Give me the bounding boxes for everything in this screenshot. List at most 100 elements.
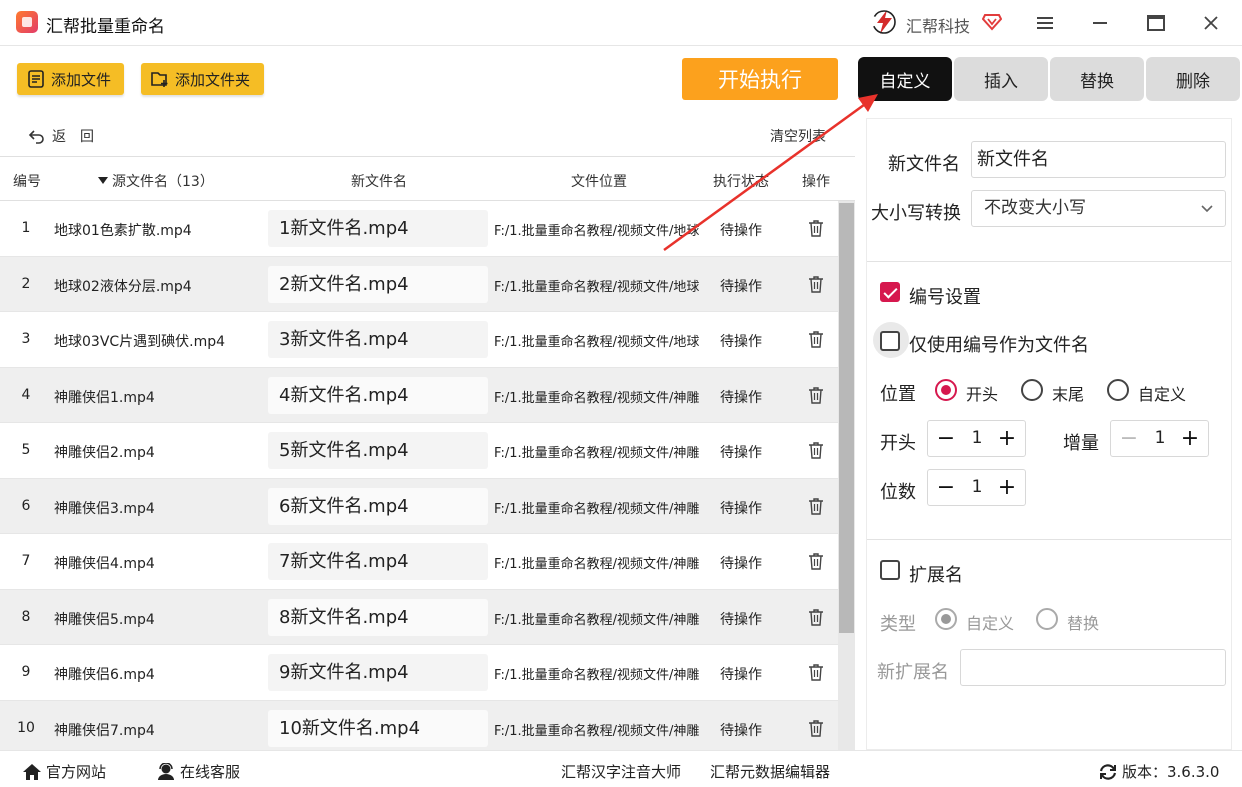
support-link[interactable]: 在线客服 — [156, 761, 240, 782]
title-bar: 汇帮批量重命名 汇帮科技 — [0, 0, 1242, 46]
digits-value[interactable]: 1 — [958, 477, 996, 497]
trash-icon[interactable] — [808, 552, 824, 570]
chevron-down-icon — [1201, 205, 1213, 213]
website-link[interactable]: 官方网站 — [22, 761, 106, 782]
trash-icon[interactable] — [808, 219, 824, 237]
row-new-name-input[interactable]: 1新文件名.mp4 — [268, 210, 488, 247]
support-label: 在线客服 — [180, 763, 241, 781]
start-stepper[interactable]: − 1 + — [927, 420, 1026, 457]
table-row[interactable]: 8 神雕侠侣5.mp4 8新文件名.mp4 F:/1.批量重命名教程/视频文件/神雕 待… — [0, 589, 838, 645]
version-info[interactable]: 版本：3.6.3.0 — [1098, 761, 1219, 782]
table-row[interactable]: 10 神雕侠侣7.mp4 10新文件名.mp4 F:/1.批量重命名教程/视频文件/神… — [0, 700, 838, 750]
row-new-name-input[interactable]: 9新文件名.mp4 — [268, 654, 488, 691]
row-new-name-input[interactable]: 7新文件名.mp4 — [268, 543, 488, 580]
row-location: F:/1.批量重命名教程/视频文件/神雕 — [494, 501, 700, 517]
row-source-name: 地球02液体分层.mp4 — [54, 278, 192, 295]
increment-value[interactable]: 1 — [1141, 428, 1179, 448]
row-num: 9 — [21, 664, 31, 680]
trash-icon[interactable] — [808, 719, 824, 737]
position-label: 位置 — [880, 384, 916, 405]
digits-stepper[interactable]: − 1 + — [927, 469, 1026, 506]
trash-icon[interactable] — [808, 275, 824, 293]
row-new-name-input[interactable]: 8新文件名.mp4 — [268, 598, 488, 636]
type-radio-custom[interactable] — [935, 608, 957, 630]
trash-icon[interactable] — [808, 441, 824, 459]
new-name-input[interactable]: 新文件名 — [971, 141, 1226, 178]
maximize-icon[interactable] — [1141, 8, 1171, 38]
close-icon[interactable] — [1196, 8, 1226, 38]
header-ops: 操作 — [802, 174, 830, 190]
start-minus-button[interactable]: − — [934, 426, 958, 452]
start-value[interactable]: 1 — [958, 428, 996, 448]
row-new-name-input[interactable]: 5新文件名.mp4 — [268, 432, 488, 469]
position-radio-custom[interactable] — [1107, 379, 1129, 401]
row-new-name-input[interactable]: 6新文件名.mp4 — [268, 487, 488, 525]
position-radio-start[interactable] — [935, 379, 957, 401]
vip-diamond-icon[interactable] — [982, 11, 1002, 31]
numbering-checkbox[interactable] — [880, 282, 900, 302]
trash-icon[interactable] — [808, 330, 824, 348]
row-source-name: 神雕侠侣7.mp4 — [54, 722, 155, 739]
table-row[interactable]: 3 地球03VC片遇到碘伏.mp4 3新文件名.mp4 F:/1.批量重命名教程/视频… — [0, 312, 838, 368]
sort-down-icon — [98, 177, 108, 184]
digits-plus-button[interactable]: + — [995, 475, 1019, 501]
case-label: 大小写转换 — [871, 203, 961, 224]
increment-stepper[interactable]: − 1 + — [1110, 420, 1209, 457]
trash-icon[interactable] — [808, 386, 824, 404]
table-row[interactable]: 9 神雕侠侣6.mp4 9新文件名.mp4 F:/1.批量重命名教程/视频文件/神雕 待… — [0, 645, 838, 701]
row-source-name: 地球01色素扩散.mp4 — [54, 223, 192, 239]
app-link-2[interactable]: 汇帮元数据编辑器 — [710, 761, 830, 782]
header-src[interactable]: 源文件名（13） — [98, 171, 214, 191]
start-plus-button[interactable]: + — [995, 426, 1019, 452]
tab-delete[interactable]: 删除 — [1146, 57, 1240, 101]
extension-checkbox[interactable] — [880, 560, 900, 580]
increment-plus-button[interactable]: + — [1178, 426, 1202, 452]
minimize-icon[interactable] — [1085, 8, 1115, 38]
only-number-checkbox[interactable] — [880, 331, 900, 351]
row-source-name: 神雕侠侣6.mp4 — [54, 667, 155, 683]
tab-replace[interactable]: 替换 — [1050, 57, 1144, 101]
trash-icon[interactable] — [808, 497, 824, 515]
table-row[interactable]: 4 神雕侠侣1.mp4 4新文件名.mp4 F:/1.批量重命名教程/视频文件/神雕 待… — [0, 367, 838, 423]
tab-insert[interactable]: 插入 — [954, 57, 1048, 101]
digits-minus-button[interactable]: − — [934, 475, 958, 501]
header-status: 执行状态 — [713, 174, 769, 190]
row-num: 5 — [21, 442, 31, 458]
row-status: 待操作 — [720, 445, 762, 461]
case-select[interactable]: 不改变大小写 — [971, 190, 1226, 227]
table-row[interactable]: 2 地球02液体分层.mp4 2新文件名.mp4 F:/1.批量重命名教程/视频文件/… — [0, 256, 838, 312]
tab-custom[interactable]: 自定义 — [858, 57, 952, 101]
table-row[interactable]: 6 神雕侠侣3.mp4 6新文件名.mp4 F:/1.批量重命名教程/视频文件/神雕 待… — [0, 478, 838, 534]
only-number-label: 仅使用编号作为文件名 — [909, 335, 1089, 356]
divider — [867, 261, 1231, 262]
new-ext-input[interactable] — [960, 649, 1226, 686]
table-row[interactable]: 1 地球01色素扩散.mp4 1新文件名.mp4 F:/1.批量重命名教程/视频文件/… — [0, 201, 838, 257]
back-button[interactable]: 返回 — [28, 126, 108, 146]
scrollbar[interactable] — [838, 201, 855, 750]
row-new-name-input[interactable]: 4新文件名.mp4 — [268, 376, 488, 414]
app-link-1[interactable]: 汇帮汉字注音大师 — [561, 761, 681, 782]
type-radio-replace[interactable] — [1036, 608, 1058, 630]
header-num: 编号 — [13, 174, 41, 190]
start-execute-button[interactable]: 开始执行 — [682, 58, 838, 100]
row-new-name-input[interactable]: 2新文件名.mp4 — [268, 265, 488, 303]
trash-icon[interactable] — [808, 663, 824, 681]
add-file-button[interactable]: 添加文件 — [17, 63, 124, 95]
scroll-thumb[interactable] — [839, 203, 854, 633]
row-source-name: 神雕侠侣3.mp4 — [54, 500, 155, 517]
increment-minus-button[interactable]: − — [1117, 426, 1141, 452]
trash-icon[interactable] — [808, 608, 824, 626]
clear-list-button[interactable]: 清空列表 — [770, 126, 826, 146]
row-status: 待操作 — [720, 611, 762, 628]
row-new-name-input[interactable]: 10新文件名.mp4 — [268, 709, 488, 747]
table-row[interactable]: 7 神雕侠侣4.mp4 7新文件名.mp4 F:/1.批量重命名教程/视频文件/神雕 待… — [0, 534, 838, 590]
menu-icon[interactable] — [1030, 8, 1060, 38]
table-row[interactable]: 5 神雕侠侣2.mp4 5新文件名.mp4 F:/1.批量重命名教程/视频文件/神雕 待… — [0, 423, 838, 479]
add-folder-button[interactable]: 添加文件夹 — [141, 63, 264, 95]
position-radio-end[interactable] — [1021, 379, 1043, 401]
row-num: 10 — [17, 719, 35, 736]
row-new-name-input[interactable]: 3新文件名.mp4 — [268, 321, 488, 358]
row-status: 待操作 — [720, 223, 762, 239]
new-ext-label: 新扩展名 — [877, 662, 949, 683]
row-status: 待操作 — [720, 500, 762, 517]
